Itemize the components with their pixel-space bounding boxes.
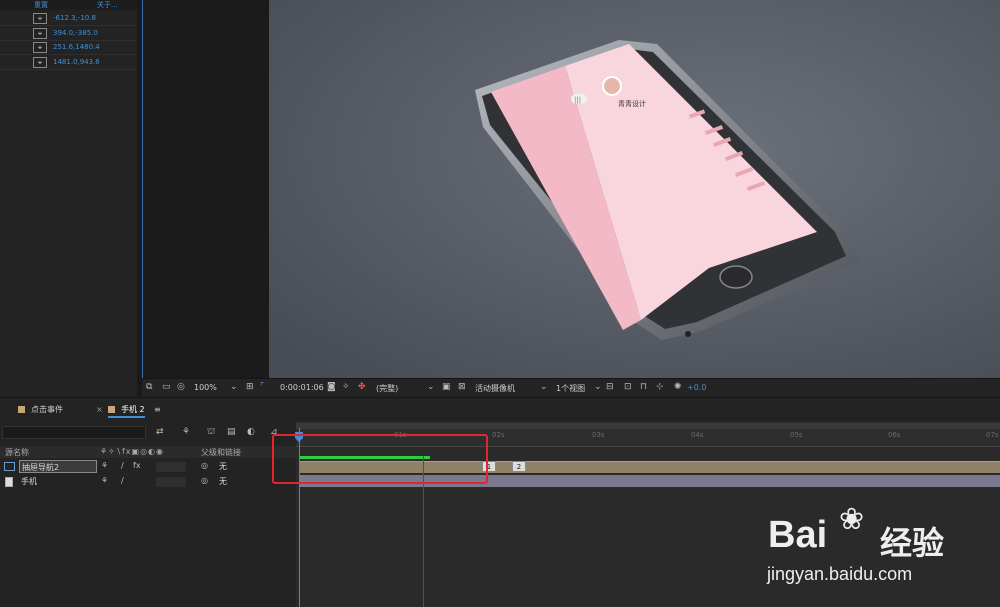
image-file-icon (5, 477, 13, 487)
crosshair-icon[interactable]: ⌖ (33, 28, 47, 39)
draft-3d-icon[interactable]: ⚘ (182, 427, 190, 437)
snapshot-icon[interactable]: ⧉ (146, 382, 152, 392)
mask-icon[interactable]: ◎ (177, 382, 185, 392)
ruler-tick: 03s (592, 431, 605, 439)
column-header: 源名称 ⚘✧∖fx▣◎◐◉ 父级和链接 (0, 446, 296, 458)
keyframe-marker[interactable]: 2 (512, 461, 526, 472)
crosshair-icon[interactable]: ⌖ (33, 13, 47, 24)
exposure-icon[interactable]: ✺ (674, 382, 682, 392)
precomp-icon (4, 462, 15, 471)
grid-icon[interactable]: ⊠ (458, 382, 466, 392)
color-channel-icon[interactable]: ✤ (358, 382, 366, 392)
ruler-tick: 06s (888, 431, 901, 439)
paw-logo-icon: ❀ (839, 502, 865, 537)
reset-link[interactable]: 重置 (34, 0, 48, 10)
comp-color-swatch (108, 406, 115, 413)
zoom-select[interactable]: 100% (194, 383, 217, 392)
shy-layers-icon[interactable]: ⛫ (207, 427, 215, 438)
pickwhip-icon[interactable]: ◎ (201, 461, 208, 470)
tab-phone-2[interactable]: 手机 2 (108, 402, 145, 418)
resolution-select[interactable]: (完整) (376, 383, 398, 394)
effects-panel: 重置 关于... ⌖ -612.3,-10.8 ⌖ 394.0,-385.0 ⌖… (0, 0, 137, 385)
menu-icon[interactable]: ≡ (154, 402, 161, 418)
ruler-tick: 02s (492, 431, 505, 439)
watermark-brand: Bai (768, 514, 828, 556)
effect-point-row: ⌖ 1481.0,943.6 (0, 56, 137, 70)
quality-switch-icon[interactable]: ∕ (121, 461, 124, 470)
shy-switch-icon[interactable]: ⚘ (101, 461, 108, 470)
watermark-url: jingyan.baidu.com (767, 564, 913, 584)
menu-glyph: ||| (574, 96, 581, 104)
point-value[interactable]: 1481.0,943.6 (53, 58, 100, 66)
effect-point-row: ⌖ 394.0,-385.0 (0, 27, 137, 41)
chevron-down-icon[interactable]: ⌄ (427, 382, 435, 392)
effects-panel-header: 重置 关于... (0, 0, 137, 10)
point-value[interactable]: 251.6,1480.4 (53, 43, 100, 51)
layer-row[interactable]: 手机 ⚘ ∕ ◎ 无 (0, 475, 296, 489)
shy-switch-icon[interactable]: ⚘ (101, 476, 108, 485)
ruler-tick: 05s (790, 431, 803, 439)
point-value[interactable]: 394.0,-385.0 (53, 29, 98, 37)
chevron-down-icon[interactable]: ⌄ (230, 382, 238, 392)
parent-link-header[interactable]: 父级和链接 (201, 447, 241, 458)
chevron-down-icon[interactable]: ⌄ (594, 382, 602, 392)
composition-viewer[interactable]: 青青设计 ||| (142, 0, 1000, 378)
source-name-header[interactable]: 源名称 (5, 447, 29, 458)
switches-header: ⚘✧∖fx▣◎◐◉ (100, 447, 165, 456)
timeline-tabs: 点击事件 × 手机 2 ≡ (0, 397, 1000, 421)
watermark-brand-cn: 经验 (880, 524, 945, 562)
layer-row[interactable]: 抽屉导航2 ⚘ ∕ fx ◎ 无 (0, 460, 296, 474)
viewer-toolbar: ⧉ ▭ ◎ 100% ⌄ ⊞ ⌜ 0:00:01:06 ◙ ✧ ✤ (完整) ⌄… (142, 378, 1000, 397)
parent-select[interactable]: 无 (219, 460, 227, 473)
switch-slots[interactable] (156, 477, 186, 487)
show-snapshot-icon[interactable]: ✧ (342, 382, 350, 392)
ruler-tick: 07s (986, 431, 999, 439)
transparency-grid-icon[interactable]: ▣ (442, 382, 451, 392)
crosshair-icon[interactable]: ⌖ (33, 42, 47, 53)
switch-slots[interactable] (156, 462, 186, 472)
close-icon[interactable]: × (96, 402, 103, 418)
camera-icon[interactable]: ◙ (327, 382, 336, 392)
profile-name: 青青设计 (618, 99, 646, 108)
fit-icon[interactable]: ⊞ (246, 382, 254, 392)
motion-blur-icon[interactable]: ◐ (247, 427, 255, 437)
effect-point-row: ⌖ 251.6,1480.4 (0, 41, 137, 55)
current-time[interactable]: 0:00:01:06 (280, 383, 324, 392)
views-select[interactable]: 1个视图 (556, 383, 585, 394)
tab-label: 手机 2 (121, 405, 145, 414)
effect-point-row: ⌖ -612.3,-10.8 (0, 12, 137, 26)
layer-search-input[interactable] (2, 426, 146, 439)
display-icon[interactable]: ▭ (162, 382, 171, 392)
comp-color-swatch (18, 406, 25, 413)
phone-photo: 青青设计 ||| (269, 0, 1000, 378)
effect-switch-icon[interactable]: fx (133, 461, 141, 470)
crosshair-icon[interactable]: ⌖ (33, 57, 47, 68)
pickwhip-icon[interactable]: ◎ (201, 476, 208, 485)
camera-select[interactable]: 活动摄像机 (475, 383, 515, 394)
flowchart-icon[interactable]: ⊹ (656, 382, 664, 392)
point-value[interactable]: -612.3,-10.8 (53, 14, 96, 22)
layer-panel: ⇄ ⚘ ⛫ ▤ ◐ ⊿ 源名称 ⚘✧∖fx▣◎◐◉ 父级和链接 抽屉导航2 ⚘ … (0, 421, 296, 607)
ruler-tick: 04s (691, 431, 704, 439)
layer-name-field[interactable]: 抽屉导航2 (19, 460, 97, 473)
baidu-watermark: Bai ❀ 经验 jingyan.baidu.com (765, 498, 995, 593)
fast-preview-icon[interactable]: ⊡ (624, 382, 632, 392)
composition-canvas[interactable]: 青青设计 ||| (269, 0, 1000, 378)
tab-label: 点击事件 (31, 405, 63, 414)
comp-flowchart-icon[interactable]: ⇄ (156, 427, 164, 437)
frame-blending-icon[interactable]: ▤ (227, 427, 236, 437)
parent-select[interactable]: 无 (219, 475, 227, 488)
chevron-down-icon[interactable]: ⌄ (540, 382, 548, 392)
highlight-box (272, 434, 488, 484)
about-link[interactable]: 关于... (97, 0, 118, 10)
timeline-icon[interactable]: ⊓ (640, 382, 647, 392)
exposure-value[interactable]: +0.0 (687, 383, 706, 392)
tab-click-event[interactable]: 点击事件 (18, 402, 63, 418)
toggle-pixel-icon[interactable]: ⊟ (606, 382, 614, 392)
layer-name[interactable]: 手机 (19, 475, 39, 488)
quality-switch-icon[interactable]: ∕ (121, 476, 124, 485)
region-icon[interactable]: ⌜ (260, 382, 264, 392)
